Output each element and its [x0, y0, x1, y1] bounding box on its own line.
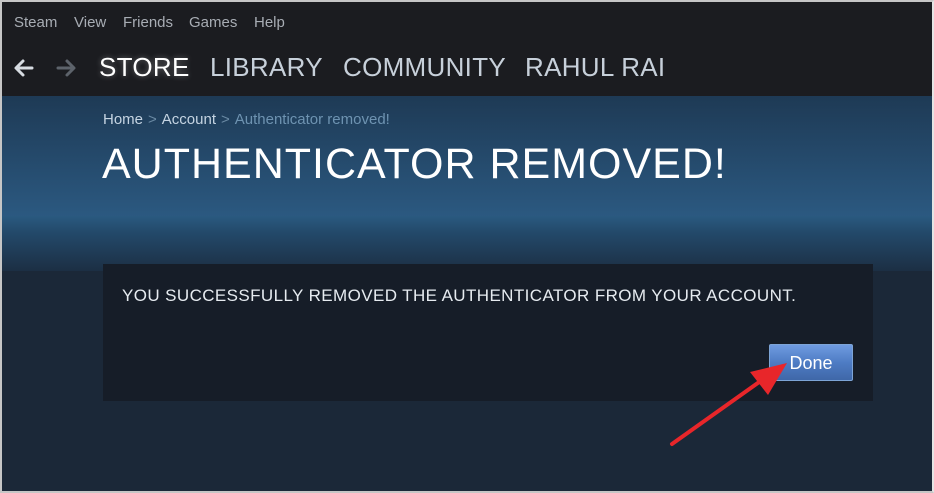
- nav-library[interactable]: LIBRARY: [210, 52, 323, 83]
- header-glow: [2, 216, 932, 271]
- breadcrumb-separator: >: [148, 111, 157, 128]
- breadcrumb-account[interactable]: Account: [162, 111, 216, 128]
- menu-bar: Steam View Friends Games Help: [2, 2, 932, 44]
- main-content: Home > Account > Authenticator removed! AUTH…: [2, 96, 932, 491]
- breadcrumb-current: Authenticator removed!: [234, 111, 390, 128]
- menu-help[interactable]: Help: [254, 14, 285, 31]
- nav-community[interactable]: COMMUNITY: [343, 52, 506, 83]
- menu-games[interactable]: Games: [189, 14, 237, 31]
- nav-store[interactable]: STORE: [99, 52, 190, 83]
- message-panel: YOU SUCCESSFULLY REMOVED THE AUTHENTICAT…: [103, 264, 873, 401]
- success-message: YOU SUCCESSFULLY REMOVED THE AUTHENTICAT…: [122, 286, 797, 305]
- done-button[interactable]: Done: [769, 344, 853, 381]
- menu-view[interactable]: View: [74, 14, 106, 31]
- menu-steam[interactable]: Steam: [14, 14, 57, 31]
- steam-window: Steam View Friends Games Help STORE LIBR…: [0, 0, 934, 493]
- nav-user-profile[interactable]: RAHUL RAI: [525, 52, 665, 83]
- menu-friends[interactable]: Friends: [123, 14, 173, 31]
- breadcrumb-separator: >: [220, 111, 230, 128]
- arrow-right-icon[interactable]: [52, 54, 80, 82]
- nav-bar: STORE LIBRARY COMMUNITY RAHUL RAI: [2, 44, 932, 96]
- arrow-left-icon[interactable]: [10, 54, 38, 82]
- breadcrumb-home[interactable]: Home: [103, 111, 143, 128]
- page-title: AUTHENTICATOR REMOVED!: [102, 140, 727, 188]
- breadcrumb: Home > Account > Authenticator removed!: [103, 111, 390, 128]
